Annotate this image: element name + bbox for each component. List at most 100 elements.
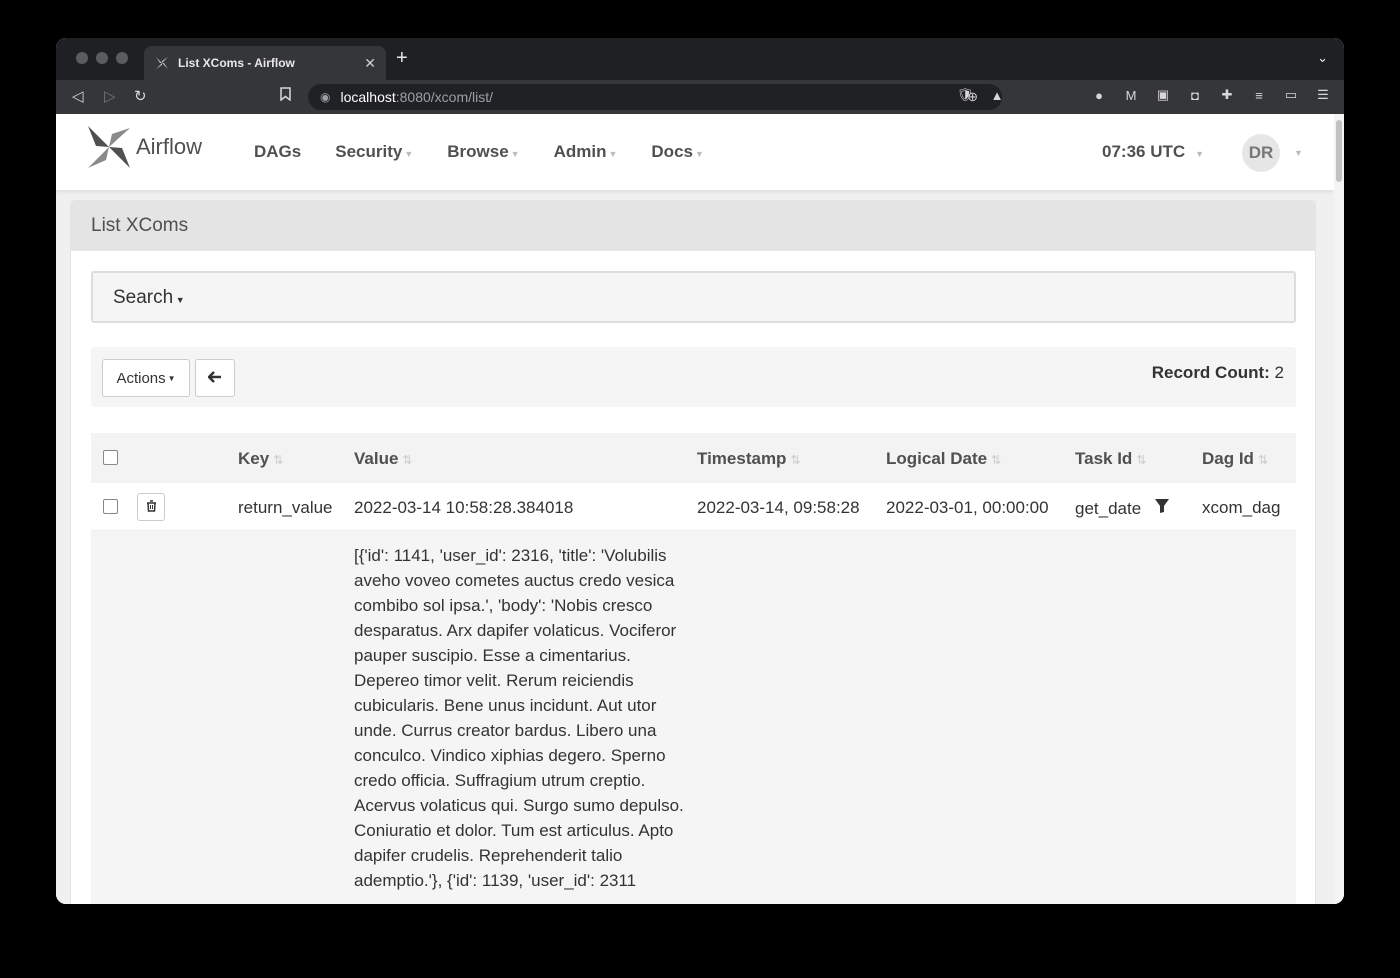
caret-down-icon: ▼: [404, 149, 414, 159]
avatar: DR: [1242, 134, 1280, 172]
column-key-label: Key: [238, 449, 270, 468]
xcom-table: Key ⇅ Value ⇅ Timestamp ⇅ Logical Date ⇅ Tas…: [91, 433, 1296, 904]
tab-title: List XComs - Airflow: [178, 56, 295, 70]
url-host: localhost: [340, 89, 396, 105]
table-row: return_value 2022-03-14 10:58:28.384018 …: [91, 483, 1296, 531]
gmail-extension-icon[interactable]: M: [1122, 86, 1140, 104]
url-path: :8080/xcom/list/: [395, 89, 494, 105]
record-count: Record Count: 2: [1152, 363, 1284, 383]
airflow-brand[interactable]: Airflow: [86, 124, 202, 175]
caret-down-icon: ▼: [173, 295, 185, 305]
column-timestamp-label: Timestamp: [697, 449, 787, 468]
menu-security[interactable]: Security ▼: [335, 142, 413, 162]
arrow-left-icon: [207, 370, 222, 387]
cell-dag-id: xcom_dag: [1202, 498, 1281, 517]
column-logical-date-label: Logical Date: [886, 449, 988, 468]
menu-dags[interactable]: DAGs: [254, 142, 301, 162]
window-controls: [76, 52, 128, 64]
filter-icon[interactable]: [1154, 499, 1170, 518]
table-header: Key ⇅ Value ⇅ Timestamp ⇅ Logical Date ⇅ Tas…: [91, 433, 1296, 483]
address-bar[interactable]: ◉ localhost:8080/xcom/list/ ⊕: [308, 84, 1002, 110]
grammarly-icon[interactable]: ●: [1090, 86, 1108, 104]
menu-browse-label: Browse: [447, 142, 509, 161]
column-timestamp[interactable]: Timestamp ⇅: [697, 449, 801, 469]
page-scrollbar[interactable]: [1334, 114, 1344, 904]
new-tab-icon[interactable]: +: [396, 47, 408, 70]
menu-icon[interactable]: ☰: [1314, 86, 1332, 104]
site-info-icon[interactable]: ◉: [320, 90, 330, 104]
task-id-text: get_date: [1075, 499, 1142, 518]
column-task-id[interactable]: Task Id ⇅: [1075, 449, 1146, 469]
menu-docs[interactable]: Docs ▼: [651, 142, 704, 162]
sort-icon: ⇅: [790, 453, 801, 467]
column-value-label: Value: [354, 449, 399, 468]
caret-down-icon: ▼: [694, 149, 704, 159]
reading-list-icon[interactable]: ≡: [1250, 86, 1268, 104]
off-extension-icon[interactable]: ▣: [1154, 86, 1172, 104]
browser-tab[interactable]: List XComs - Airflow ✕: [144, 46, 386, 80]
camera-icon[interactable]: ◘: [1186, 86, 1204, 104]
menu-admin[interactable]: Admin ▼: [554, 142, 618, 162]
table-row: [{'id': 1141, 'user_id': 2316, 'title': …: [91, 531, 1296, 904]
column-dag-id[interactable]: Dag Id ⇅: [1202, 449, 1268, 469]
row-checkbox[interactable]: [103, 499, 118, 514]
caret-down-icon: ▼: [167, 373, 176, 383]
close-tab-icon[interactable]: ✕: [364, 55, 376, 72]
column-key[interactable]: Key ⇅: [238, 449, 283, 469]
record-count-label: Record Count:: [1151, 363, 1270, 382]
search-toggle[interactable]: Search ▼: [91, 271, 1296, 323]
sort-icon: ⇅: [991, 453, 1002, 467]
page-title: List XComs: [71, 201, 1315, 251]
cell-logical-date: 2022-03-01, 00:00:00: [886, 498, 1049, 517]
airflow-favicon-icon: [154, 55, 170, 71]
search-label: Search: [113, 287, 174, 308]
column-task-id-label: Task Id: [1075, 449, 1133, 468]
menu-dags-label: DAGs: [254, 142, 302, 161]
clock-label: 07:36 UTC: [1102, 142, 1186, 161]
extensions-bar: 🛡 ▲ ● M ▣ ◘ ✚ ≡ ▭ ☰: [956, 86, 1332, 104]
menu-security-label: Security: [335, 142, 403, 161]
cell-task-id: get_date: [1075, 498, 1170, 519]
minimize-window-button[interactable]: [96, 52, 108, 64]
column-logical-date[interactable]: Logical Date ⇅: [886, 449, 1001, 469]
trash-icon: [146, 497, 157, 517]
wallet-icon[interactable]: ▭: [1282, 86, 1300, 104]
caret-down-icon: ▼: [1195, 149, 1205, 159]
cell-timestamp: 2022-03-14, 09:58:28: [697, 498, 860, 517]
actions-button[interactable]: Actions ▼: [102, 359, 190, 397]
puzzle-icon[interactable]: ✚: [1218, 86, 1236, 104]
bookmark-icon[interactable]: [280, 87, 291, 104]
brave-shield-icon[interactable]: 🛡: [956, 86, 974, 104]
back-icon[interactable]: ◁: [72, 87, 84, 105]
actions-bar: Actions ▼ Record Count: 2: [91, 347, 1296, 407]
cell-key: return_value: [238, 498, 333, 517]
menu-docs-label: Docs: [651, 142, 693, 161]
main-menu: DAGs Security ▼ Browse ▼ Admin ▼ Docs ▼: [254, 142, 704, 162]
airflow-page: Airflow DAGs Security ▼ Browse ▼ Admin ▼ Do…: [56, 114, 1334, 904]
column-value[interactable]: Value ⇅: [354, 449, 412, 469]
back-button[interactable]: [195, 359, 235, 397]
rewards-icon[interactable]: ▲: [988, 86, 1006, 104]
delete-button[interactable]: [137, 493, 165, 521]
browser-window: List XComs - Airflow ✕ + ⌄ ◁ ▷ ↻ ◉ local…: [56, 38, 1344, 904]
scrollbar-thumb[interactable]: [1336, 120, 1342, 182]
menu-browse[interactable]: Browse ▼: [447, 142, 519, 162]
sort-icon: ⇅: [1257, 453, 1269, 467]
zoom-window-button[interactable]: [116, 52, 128, 64]
browser-toolbar: ◁ ▷ ↻ ◉ localhost:8080/xcom/list/ ⊕ 🛡 ▲ …: [56, 80, 1344, 114]
tab-search-chevron-icon[interactable]: ⌄: [1317, 50, 1328, 66]
tab-strip: List XComs - Airflow ✕ + ⌄: [56, 38, 1344, 80]
user-menu[interactable]: DR ▼: [1242, 134, 1303, 172]
timezone-clock[interactable]: 07:36 UTC ▼: [1102, 142, 1204, 162]
brand-name: Airflow: [136, 133, 203, 159]
select-all-checkbox[interactable]: [103, 450, 118, 465]
sort-icon: ⇅: [1136, 453, 1147, 467]
menu-admin-label: Admin: [553, 142, 607, 161]
caret-down-icon: ▼: [1294, 148, 1303, 158]
top-navbar: Airflow DAGs Security ▼ Browse ▼ Admin ▼ Do…: [56, 114, 1334, 190]
sort-icon: ⇅: [273, 453, 284, 467]
close-window-button[interactable]: [76, 52, 88, 64]
actions-label: Actions: [116, 369, 166, 387]
forward-icon[interactable]: ▷: [104, 87, 116, 105]
reload-icon[interactable]: ↻: [134, 87, 147, 105]
